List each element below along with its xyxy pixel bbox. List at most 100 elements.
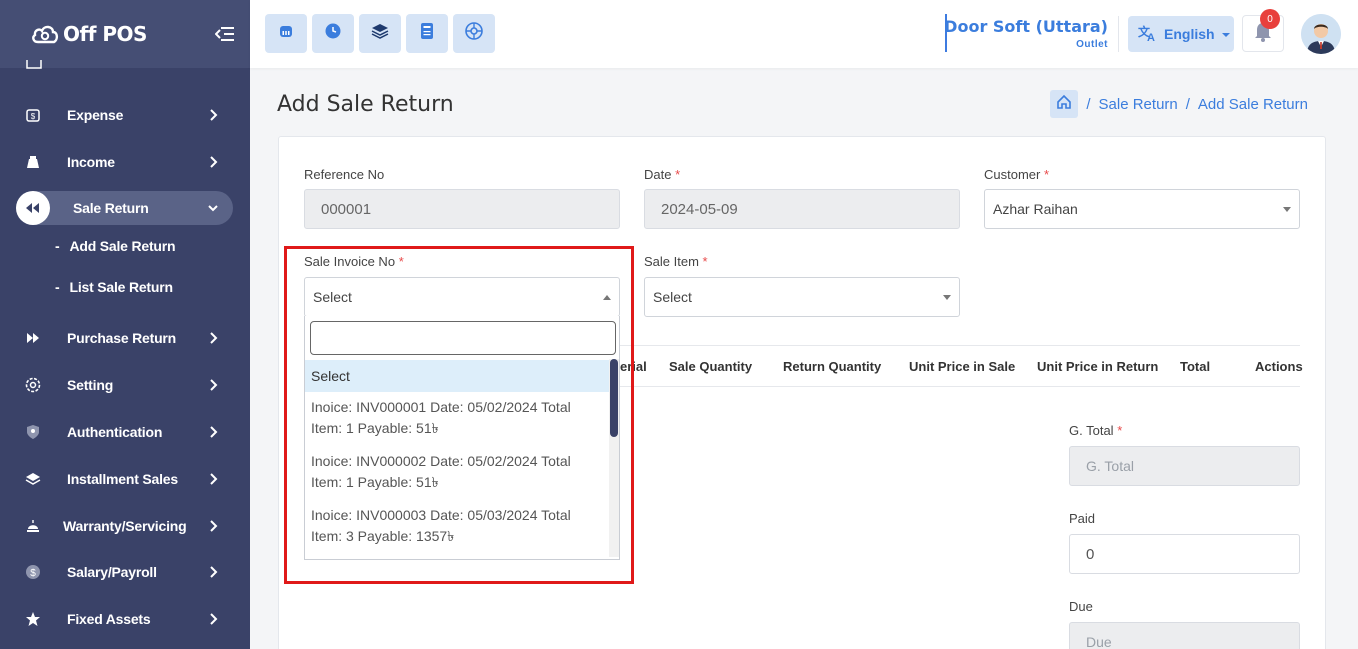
sidebar-item-label: Income xyxy=(67,154,115,170)
sidebar-item-setting[interactable]: Setting xyxy=(16,368,233,402)
sidebar-item-sale-return[interactable]: Sale Return xyxy=(16,191,233,225)
sale-item-select[interactable]: Select xyxy=(644,277,960,317)
sidebar-item-label: Sale Return xyxy=(73,200,149,216)
svg-text:$: $ xyxy=(31,112,36,121)
caret-down-icon xyxy=(943,295,951,300)
sidebar-item-label: Salary/Payroll xyxy=(67,564,157,580)
sidebar-item-label: Installment Sales xyxy=(67,471,178,487)
sale-item-label: Sale Item * xyxy=(644,254,708,269)
sidebar-item-fixed-assets[interactable]: Fixed Assets xyxy=(16,602,233,636)
income-icon xyxy=(24,153,42,171)
sidebar-item-label: Authentication xyxy=(67,424,163,440)
sidebar-item-authentication[interactable]: Authentication xyxy=(16,415,233,449)
sidebar-item-installment-sales[interactable]: Installment Sales xyxy=(16,462,233,496)
logo-cloud-icon xyxy=(30,22,60,46)
invoice-label: Sale Invoice No * xyxy=(304,254,404,269)
due-label: Due xyxy=(1069,599,1093,614)
date-field[interactable]: 2024-05-09 xyxy=(644,189,960,229)
purchase-return-icon xyxy=(24,329,42,347)
partial-menu-icon xyxy=(24,60,44,74)
app-logo[interactable]: Off POS xyxy=(30,22,147,46)
sidebar-item-warranty-servicing[interactable]: Warranty/Servicing xyxy=(16,509,233,543)
sidebar-subitem-add-sale-return[interactable]: - Add Sale Return xyxy=(55,238,176,254)
date-label: Date * xyxy=(644,167,681,182)
chevron-right-icon xyxy=(209,612,219,631)
pos-icon xyxy=(277,22,295,45)
layers-icon xyxy=(24,470,42,488)
customer-value: Azhar Raihan xyxy=(993,201,1078,217)
store-type: Outlet xyxy=(1076,39,1108,50)
breadcrumb-separator: / xyxy=(1185,95,1190,113)
chevron-right-icon xyxy=(209,425,219,444)
caret-up-icon xyxy=(603,295,611,300)
dropdown-search-input[interactable] xyxy=(310,321,616,355)
topbar: Door Soft (Uttara) Outlet 文A English 0 xyxy=(250,0,1358,68)
pos-quick-button[interactable] xyxy=(265,14,307,53)
th-return-quantity: Return Quantity xyxy=(783,359,882,374)
dropdown-scrollbar-thumb[interactable] xyxy=(610,359,618,437)
th-serial: erial xyxy=(620,359,647,374)
store-name[interactable]: Door Soft (Uttara) xyxy=(944,17,1108,36)
language-select[interactable]: 文A English xyxy=(1128,16,1234,52)
paid-label: Paid xyxy=(1069,511,1096,526)
dropdown-option[interactable]: Select xyxy=(305,360,613,392)
sidebar-subitem-list-sale-return[interactable]: - List Sale Return xyxy=(55,279,173,295)
svg-text:A: A xyxy=(1147,32,1155,42)
chevron-right-icon xyxy=(209,519,219,538)
th-sale-quantity: Sale Quantity xyxy=(669,359,753,374)
clock-quick-button[interactable] xyxy=(312,14,354,53)
calculator-quick-button[interactable] xyxy=(406,14,448,53)
sidebar-item-salary-payroll[interactable]: $ Salary/Payroll xyxy=(16,555,233,589)
sidebar-item-income[interactable]: Income xyxy=(16,145,233,179)
expense-icon: $ xyxy=(24,106,42,124)
due-field[interactable]: Due xyxy=(1069,622,1300,649)
topbar-divider xyxy=(1118,16,1119,52)
sidebar-item-purchase-return[interactable]: Purchase Return xyxy=(16,321,233,355)
paid-field[interactable]: 0 xyxy=(1069,534,1300,574)
avatar[interactable] xyxy=(1301,14,1341,54)
clock-icon xyxy=(324,22,342,45)
sidebar-item-label: Expense xyxy=(67,107,124,123)
calculator-icon xyxy=(419,22,435,45)
breadcrumb-sale-return[interactable]: Sale Return xyxy=(1099,96,1178,113)
dropdown-option[interactable]: Inoice: INV000003 Date: 05/03/2024 Total… xyxy=(305,505,613,547)
support-icon xyxy=(464,21,484,46)
dropdown-option[interactable]: Inoice: INV000001 Date: 05/02/2024 Total… xyxy=(305,397,613,439)
chevron-right-icon xyxy=(209,378,219,397)
language-label: English xyxy=(1164,26,1215,42)
user-avatar-icon xyxy=(1301,14,1341,54)
sidebar: Off POS $ Expense Income Sale Return - A… xyxy=(0,0,250,649)
sidebar-item-expense[interactable]: $ Expense xyxy=(16,98,233,132)
sidebar-item-label: Warranty/Servicing xyxy=(63,518,187,534)
gtotal-label: G. Total * xyxy=(1069,423,1123,438)
breadcrumb-home[interactable] xyxy=(1050,90,1079,118)
translate-icon: 文A xyxy=(1138,24,1158,45)
settings-quick-button[interactable] xyxy=(453,14,495,53)
star-icon xyxy=(24,610,42,628)
invoice-select[interactable]: Select xyxy=(304,277,620,317)
servicing-icon xyxy=(24,517,42,535)
customer-label: Customer * xyxy=(984,167,1050,182)
chevron-down-icon xyxy=(207,201,219,219)
dropdown-option[interactable]: Inoice: INV000002 Date: 05/02/2024 Total… xyxy=(305,451,613,493)
chevron-right-icon xyxy=(209,472,219,491)
reference-field[interactable]: 000001 xyxy=(304,189,620,229)
sidebar-collapse-icon[interactable] xyxy=(214,23,236,45)
sidebar-header: Off POS xyxy=(0,0,250,68)
breadcrumb: / Sale Return / Add Sale Return xyxy=(1050,90,1308,118)
th-actions: Actions xyxy=(1255,359,1303,374)
home-icon xyxy=(1056,94,1072,114)
sidebar-item-label: Purchase Return xyxy=(67,330,177,346)
chevron-right-icon xyxy=(209,155,219,174)
customer-select[interactable]: Azhar Raihan xyxy=(984,189,1300,229)
layers-quick-button[interactable] xyxy=(359,14,401,53)
gtotal-field[interactable]: G. Total xyxy=(1069,446,1300,486)
breadcrumb-add-sale-return: Add Sale Return xyxy=(1197,95,1308,113)
shield-icon xyxy=(24,423,42,441)
sale-item-value: Select xyxy=(653,289,692,305)
reference-label: Reference No xyxy=(304,167,385,182)
layers-icon xyxy=(370,22,390,45)
notification-badge: 0 xyxy=(1260,9,1280,29)
chevron-right-icon xyxy=(209,565,219,584)
sub-label: List Sale Return xyxy=(69,279,173,295)
